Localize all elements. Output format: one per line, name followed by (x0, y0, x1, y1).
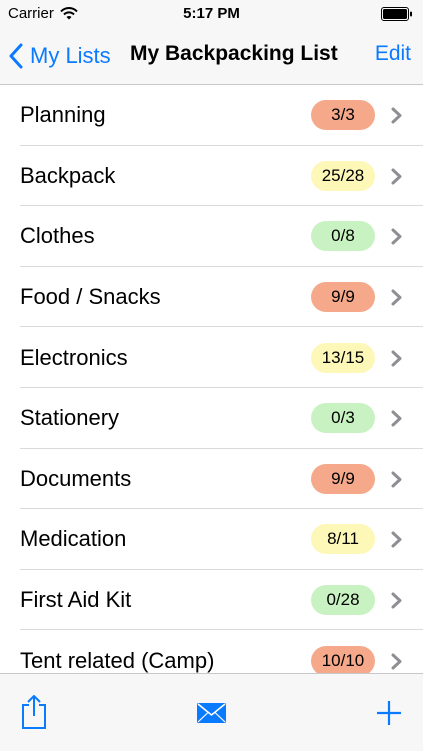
share-icon[interactable] (20, 694, 48, 730)
list-item[interactable]: Stationery 0/3 (0, 388, 423, 449)
chevron-right-icon (391, 107, 402, 124)
count-badge: 8/11 (311, 524, 375, 555)
status-time: 5:17 PM (183, 5, 240, 22)
list-item-label: First Aid Kit (20, 587, 132, 613)
list-item[interactable]: Tent related (Camp) 10/10 (0, 630, 423, 673)
list-item-label: Electronics (20, 344, 128, 370)
list-item-label: Food / Snacks (20, 284, 161, 310)
count-badge: 10/10 (311, 645, 375, 673)
count-badge: 0/28 (311, 585, 375, 616)
count-badge: 13/15 (311, 342, 375, 373)
back-button[interactable]: My Lists (8, 40, 111, 72)
bottom-toolbar (0, 673, 423, 751)
list-item-label: Documents (20, 465, 132, 491)
list-item[interactable]: First Aid Kit 0/28 (0, 570, 423, 631)
list-item-label: Stationery (20, 405, 120, 431)
list-item-label: Tent related (Camp) (20, 647, 215, 673)
list-item-label: Planning (20, 102, 106, 128)
count-badge: 0/3 (311, 403, 375, 434)
chevron-right-icon (391, 289, 402, 306)
list-item[interactable]: Electronics 13/15 (0, 327, 423, 388)
list-item[interactable]: Medication 8/11 (0, 509, 423, 570)
list-item[interactable]: Clothes 0/8 (0, 206, 423, 267)
category-list: Planning 3/3 Backpack 25/28 Clothes 0/8 … (0, 85, 423, 673)
edit-button[interactable]: Edit (375, 42, 411, 66)
list-item[interactable]: Documents 9/9 (0, 449, 423, 510)
page-title: My Backpacking List (130, 42, 338, 65)
chevron-right-icon (391, 228, 402, 245)
chevron-right-icon (391, 168, 402, 185)
list-item-label: Backpack (20, 162, 116, 188)
battery-icon (381, 7, 412, 21)
list-item[interactable]: Planning 3/3 (0, 85, 423, 146)
chevron-right-icon (391, 350, 402, 367)
chevron-right-icon (391, 471, 402, 488)
chevron-right-icon (391, 531, 402, 548)
back-button-label: My Lists (30, 43, 111, 68)
list-item[interactable]: Backpack 25/28 (0, 146, 423, 207)
chevron-right-icon (391, 653, 402, 670)
status-bar: Carrier 5:17 PM (0, 0, 423, 28)
mail-icon[interactable] (197, 703, 226, 723)
count-badge: 3/3 (311, 100, 375, 131)
add-icon[interactable] (376, 700, 402, 726)
chevron-right-icon (391, 592, 402, 609)
list-item-label: Clothes (20, 223, 95, 249)
navigation-bar: My Lists My Backpacking List Edit (0, 28, 423, 85)
count-badge: 25/28 (311, 160, 375, 191)
chevron-left-icon (9, 43, 23, 69)
count-badge: 0/8 (311, 221, 375, 252)
list-item[interactable]: Food / Snacks 9/9 (0, 267, 423, 328)
count-badge: 9/9 (311, 282, 375, 313)
list-item-label: Medication (20, 526, 127, 552)
chevron-right-icon (391, 410, 402, 427)
count-badge: 9/9 (311, 463, 375, 494)
